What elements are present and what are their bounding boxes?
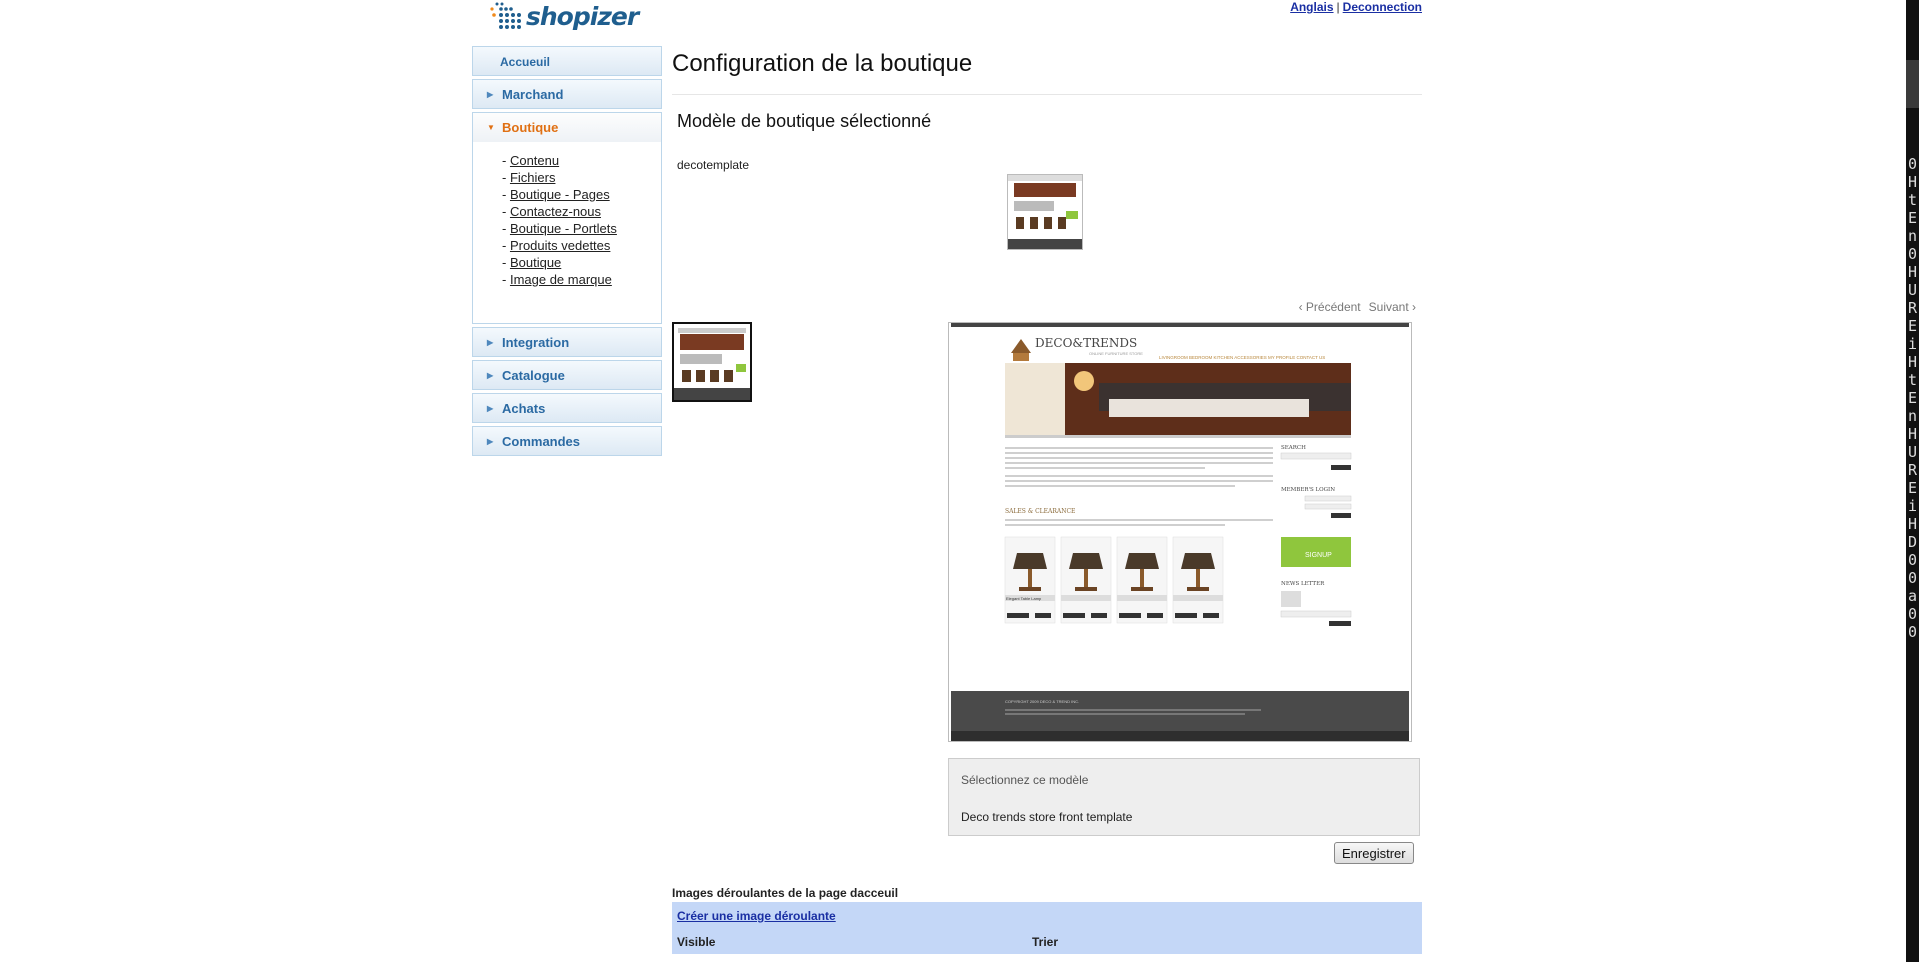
submenu-item: - Contactez-nous xyxy=(502,203,661,220)
next-link[interactable]: Suivant › xyxy=(1369,300,1416,314)
section-label: Boutique xyxy=(502,120,559,135)
preview-sales: SALES & CLEARANCE xyxy=(1005,508,1075,515)
section-label: Catalogue xyxy=(502,368,565,383)
triangle-right-icon: ▶ xyxy=(487,404,494,413)
triangle-right-icon: ▶ xyxy=(487,90,494,99)
home-label: Accueuil xyxy=(500,55,551,69)
bullet: - xyxy=(502,255,510,270)
preview-brand: DECO&TRENDS xyxy=(1035,336,1137,350)
sidebar-item-marchand[interactable]: ▶ Marchand xyxy=(472,79,662,109)
template-thumbnail-selected[interactable] xyxy=(672,322,752,402)
scrollbar-thumb[interactable] xyxy=(1906,60,1919,108)
table-header-row: Créer une image déroulante xyxy=(672,902,1422,930)
separator: | xyxy=(1336,0,1340,14)
section-label: Achats xyxy=(502,401,546,416)
carousel-table: Créer une image déroulante Visible Trier xyxy=(672,902,1422,954)
submenu-link-portlets[interactable]: Boutique - Portlets xyxy=(510,221,617,236)
submenu-link-contact[interactable]: Contactez-nous xyxy=(510,204,601,219)
sidebar-item-home[interactable]: Accueuil xyxy=(472,46,662,76)
strip-text: 0HtEn0HUR.EiHtEnHUR.EiH.D00a00 xyxy=(1908,155,1919,641)
submenu-item: - Image de marque xyxy=(502,271,661,288)
bullet: - xyxy=(502,204,510,219)
triangle-right-icon: ▶ xyxy=(487,371,494,380)
column-header-trier[interactable]: Trier xyxy=(1032,930,1058,954)
sidebar-accordion: Accueuil ▶ Marchand ▼ Boutique - Contenu -… xyxy=(472,46,662,459)
preview-product-name: Elegant Table Lamp xyxy=(1006,596,1042,601)
bullet: - xyxy=(502,170,510,185)
triangle-right-icon: ▶ xyxy=(487,338,494,347)
sidebar-item-boutique[interactable]: ▼ Boutique xyxy=(472,112,662,142)
submenu-link-boutique[interactable]: Boutique xyxy=(510,255,561,270)
logo-text: shopizer xyxy=(526,2,639,31)
logo-dots-icon xyxy=(490,2,521,29)
triangle-down-icon: ▼ xyxy=(487,123,495,132)
submenu-item: - Boutique - Pages xyxy=(502,186,661,203)
preview-member: MEMBER'S LOGIN xyxy=(1281,487,1335,493)
selected-template-name: decotemplate xyxy=(677,158,750,172)
bullet: - xyxy=(502,238,510,253)
section-label: Commandes xyxy=(502,434,581,449)
logout-link[interactable]: Deconnection xyxy=(1343,0,1422,14)
preview-signup: SIGNUP xyxy=(1305,552,1332,559)
submenu-link-featured[interactable]: Produits vedettes xyxy=(510,238,610,253)
template-pager: ‹ Précédent Suivant › xyxy=(1291,300,1416,314)
sidebar-item-commandes[interactable]: ▶ Commandes xyxy=(472,426,662,456)
submenu-link-contenu[interactable]: Contenu xyxy=(510,153,559,168)
select-template-label[interactable]: Sélectionnez ce modèle xyxy=(961,773,1407,787)
top-links: Anglais | Deconnection xyxy=(1270,0,1422,14)
sidebar-item-achats[interactable]: ▶ Achats xyxy=(472,393,662,423)
language-link[interactable]: Anglais xyxy=(1290,0,1333,14)
submenu-link-pages[interactable]: Boutique - Pages xyxy=(510,187,610,202)
adjacent-window-strip: 0HtEn0HUR.EiHtEnHUR.EiH.D00a00 xyxy=(1906,0,1919,962)
main-content: Configuration de la boutique Modèle de b… xyxy=(672,46,1422,954)
submenu-item: - Boutique xyxy=(502,254,661,271)
preview-search: SEARCH xyxy=(1281,445,1306,451)
template-select-panel[interactable]: Sélectionnez ce modèle Deco trends store… xyxy=(948,758,1420,836)
boutique-submenu: - Contenu - Fichiers - Boutique - Pages … xyxy=(472,142,662,324)
submenu-link-branding[interactable]: Image de marque xyxy=(510,272,612,287)
bullet: - xyxy=(502,153,510,168)
previous-link[interactable]: ‹ Précédent xyxy=(1299,300,1361,314)
section-label: Marchand xyxy=(502,87,564,102)
selected-template-thumbnail xyxy=(1007,174,1083,250)
preview-newsletter: NEWS LETTER xyxy=(1281,581,1325,587)
bullet: - xyxy=(502,221,510,236)
page-title: Configuration de la boutique xyxy=(672,50,1422,95)
create-carousel-link[interactable]: Créer une image déroulante xyxy=(677,909,836,923)
section-title: Modèle de boutique sélectionné xyxy=(677,111,932,131)
submenu-item: - Contenu xyxy=(502,152,661,169)
sidebar-item-integration[interactable]: ▶ Integration xyxy=(472,327,662,357)
triangle-right-icon: ▶ xyxy=(487,437,494,446)
submenu-item: - Produits vedettes xyxy=(502,237,661,254)
submenu-item: - Boutique - Portlets xyxy=(502,220,661,237)
bullet: - xyxy=(502,272,510,287)
section-label: Integration xyxy=(502,335,570,350)
sidebar-item-catalogue[interactable]: ▶ Catalogue xyxy=(472,360,662,390)
submenu-link-fichiers[interactable]: Fichiers xyxy=(510,170,556,185)
column-header-visible[interactable]: Visible xyxy=(677,930,715,954)
submenu-item: - Fichiers xyxy=(502,169,661,186)
preview-nav: LIVINGROOM BEDROOM KITCHEN ACCESSORIES M… xyxy=(1159,355,1325,360)
carousel-section-title: Images déroulantes de la page dacceuil xyxy=(672,886,899,900)
template-preview: DECO&TRENDS ONLINE FURNITURE STORE LIVIN… xyxy=(948,322,1412,742)
preview-tagline: ONLINE FURNITURE STORE xyxy=(1089,351,1143,356)
save-button[interactable]: Enregistrer xyxy=(1334,842,1414,864)
shopizer-logo[interactable]: shopizer xyxy=(484,0,639,34)
table-column-headers: Visible Trier xyxy=(672,930,1422,954)
template-description: Deco trends store front template xyxy=(961,810,1133,824)
preview-copyright: COPYRIGHT 2009 DECO & TREND INC. xyxy=(1005,699,1079,704)
bullet: - xyxy=(502,187,510,202)
